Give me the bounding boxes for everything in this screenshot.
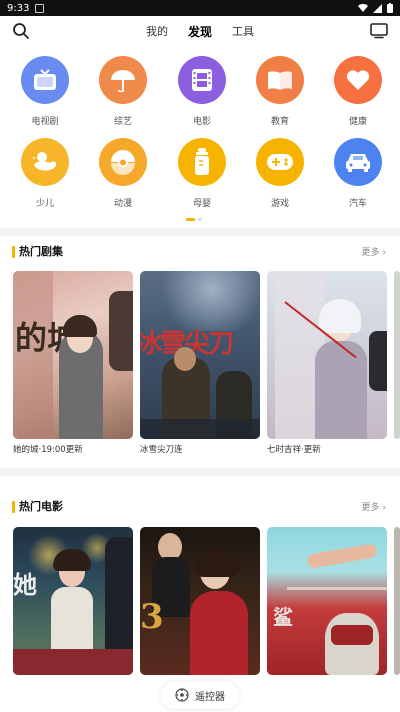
poster-image: 冰雪尖刀 — [140, 271, 260, 439]
series-card-partial[interactable] — [394, 271, 400, 439]
category-games[interactable]: 游戏 — [250, 138, 310, 209]
category-tv[interactable]: 电视剧 — [15, 56, 75, 127]
wifi-icon — [358, 3, 368, 12]
category-label: 汽车 — [348, 199, 367, 209]
signal-icon — [373, 3, 382, 13]
category-label: 综艺 — [113, 117, 132, 127]
movie-card[interactable]: 鲨 — [267, 527, 387, 675]
tv-cast-icon[interactable] — [370, 23, 388, 39]
status-time: 9:33 — [7, 2, 30, 14]
card-caption: 七时吉祥·更新 — [267, 445, 321, 455]
top-nav: 我的 发现 工具 — [0, 16, 400, 46]
category-label: 少儿 — [35, 199, 54, 209]
category-label: 游戏 — [270, 199, 289, 209]
page-indicator — [0, 218, 400, 222]
card-caption: 她的城·19:00更新 — [13, 445, 83, 455]
movie-card-partial[interactable] — [394, 527, 400, 675]
category-label: 动漫 — [113, 199, 132, 209]
remote-control-button[interactable]: 遥控器 — [161, 681, 239, 709]
category-variety[interactable]: 综艺 — [93, 56, 153, 127]
indicator-active — [186, 218, 195, 221]
section-title: 热门电影 — [19, 500, 63, 513]
category-car[interactable]: 汽车 — [328, 138, 388, 209]
category-education[interactable]: 教育 — [250, 56, 310, 127]
status-bar: 9:33 — [0, 0, 400, 16]
section-divider — [0, 468, 400, 476]
notification-icon — [35, 3, 45, 13]
category-label: 教育 — [270, 117, 289, 127]
series-card[interactable]: 的城 她的城·19:00更新 — [13, 271, 133, 455]
poster-image — [394, 271, 400, 439]
tab-tools[interactable]: 工具 — [232, 23, 254, 40]
category-movie[interactable]: 电影 — [172, 56, 232, 127]
indicator-inactive — [198, 218, 202, 221]
search-icon[interactable] — [12, 22, 30, 40]
poster-image — [394, 527, 400, 675]
category-baby[interactable]: 母婴 — [172, 138, 232, 209]
more-link[interactable]: 更多 › — [362, 245, 386, 258]
series-card[interactable]: 七时吉祥·更新 — [267, 271, 387, 455]
category-anime[interactable]: 动漫 — [93, 138, 153, 209]
tab-discover[interactable]: 发现 — [188, 23, 212, 40]
section-header-series: 热门剧集 更多 › — [0, 243, 400, 261]
poster-title-text: 她 — [13, 570, 37, 599]
section-accent — [12, 501, 15, 513]
category-label: 电视剧 — [31, 117, 59, 127]
remote-control-label: 遥控器 — [195, 691, 225, 703]
movie-card[interactable]: 她 — [13, 527, 133, 675]
duck-icon — [32, 152, 57, 171]
section-header-movies: 热门电影 更多 › — [0, 498, 400, 516]
movie-card[interactable]: 3 — [140, 527, 260, 675]
heart-icon — [346, 70, 370, 90]
remote-control-bar: 遥控器 — [0, 678, 400, 712]
film-icon — [192, 69, 212, 91]
tab-bar: 我的 发现 工具 — [146, 23, 254, 40]
car-icon — [346, 154, 370, 172]
category-label: 电影 — [192, 117, 211, 127]
battery-icon — [387, 3, 393, 13]
series-card[interactable]: 冰雪尖刀 冰雪尖刀连 — [140, 271, 260, 455]
card-caption: 冰雪尖刀连 — [140, 445, 183, 455]
pokeball-icon — [111, 150, 135, 175]
section-title: 热门剧集 — [19, 245, 63, 258]
more-link[interactable]: 更多 › — [362, 500, 386, 513]
book-icon — [268, 71, 292, 90]
gamepad-icon — [267, 154, 293, 170]
tv-icon — [34, 69, 56, 90]
bottle-icon — [195, 148, 209, 175]
category-label: 健康 — [348, 117, 367, 127]
poster-image — [267, 271, 387, 439]
tab-mine[interactable]: 我的 — [146, 23, 168, 40]
poster-image: 的城 — [13, 271, 133, 439]
remote-control-icon — [175, 688, 189, 702]
poster-image: 3 — [140, 527, 260, 675]
category-kids[interactable]: 少儿 — [15, 138, 75, 209]
poster-image: 她 — [13, 527, 133, 675]
section-divider — [0, 228, 400, 236]
umbrella-icon — [111, 70, 135, 92]
section-accent — [12, 246, 15, 258]
category-health[interactable]: 健康 — [328, 56, 388, 127]
poster-image: 鲨 — [267, 527, 387, 675]
category-label: 母婴 — [192, 199, 211, 209]
